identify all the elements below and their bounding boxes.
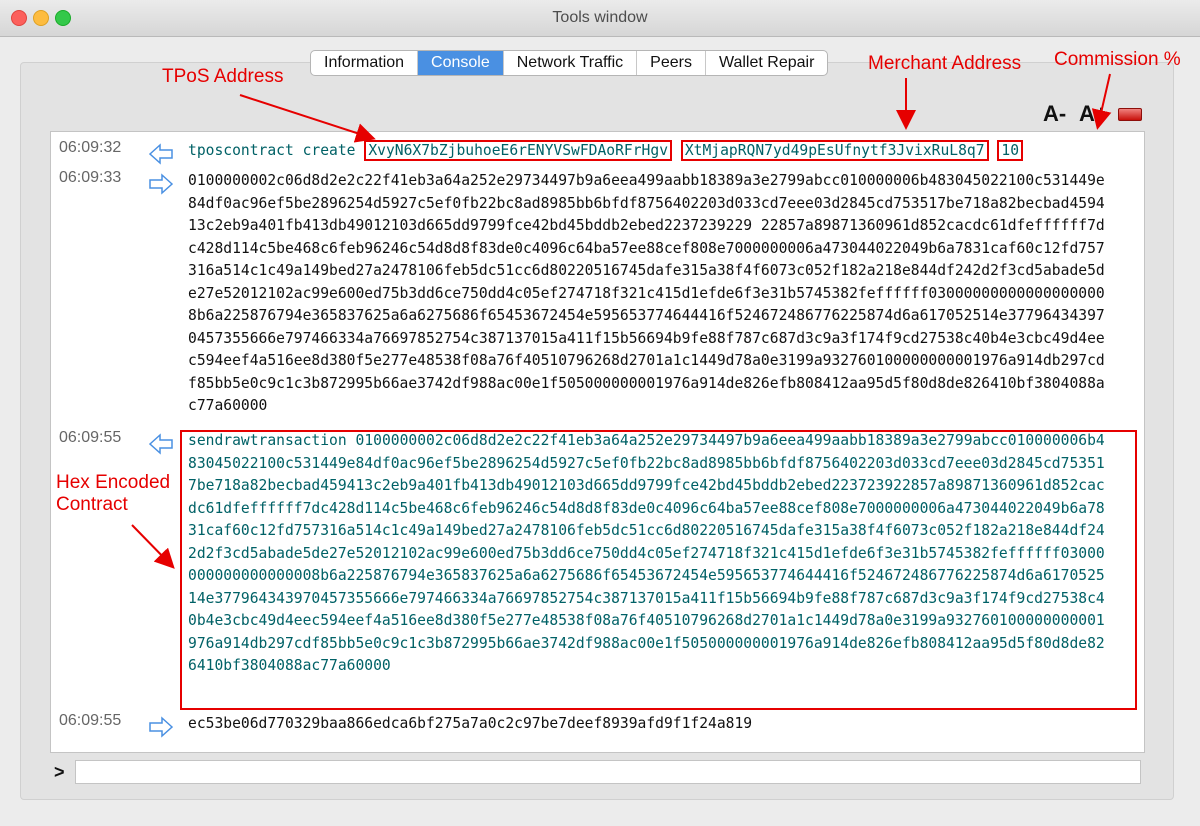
- console-command-line: tposcontract create XvyN6X7bZjbuhoeE6rEN…: [188, 140, 1113, 163]
- annotation-merchant-address: Merchant Address: [868, 53, 1022, 74]
- title-bar: Tools window: [0, 0, 1200, 37]
- output-arrow-icon: [149, 173, 173, 195]
- commission-value: 10: [997, 140, 1024, 161]
- prompt-chevron-icon: >: [54, 762, 65, 782]
- console-output-text: ec53be06d770329baa866edca6bf275a7a0c2c97…: [188, 715, 753, 732]
- clear-console-icon[interactable]: [1118, 108, 1142, 121]
- font-larger-button[interactable]: A+: [1079, 101, 1108, 127]
- merchant-address-value: XtMjapRQN7yd49pEsUfnytf3JvixRuL8q7: [680, 140, 989, 161]
- console-output[interactable]: 06:09:32 tposcontract create XvyN6X7bZjb…: [50, 131, 1145, 753]
- input-arrow-icon: [149, 433, 173, 455]
- console-input[interactable]: [75, 760, 1141, 784]
- annotation-hex-contract: Hex Encoded Contract: [56, 472, 171, 515]
- tab-bar: Information Console Network Traffic Peer…: [310, 50, 829, 76]
- timestamp: 06:09:33: [59, 169, 122, 186]
- hex-contract-text: 0100000002c06d8d2e2c22f41eb3a64a252e2973…: [188, 432, 1105, 674]
- command-text: sendrawtransaction: [188, 432, 347, 449]
- tab-wallet-repair[interactable]: Wallet Repair: [706, 51, 827, 75]
- console-output-text: 0100000002c06d8d2e2c22f41eb3a64a252e2973…: [188, 172, 1105, 414]
- console-command-line: sendrawtransaction 0100000002c06d8d2e2c2…: [188, 430, 1113, 678]
- tab-console[interactable]: Console: [418, 51, 504, 75]
- timestamp: 06:09:55: [59, 712, 122, 729]
- input-arrow-icon: [149, 143, 173, 165]
- font-smaller-button[interactable]: A-: [1043, 101, 1066, 127]
- tab-network-traffic[interactable]: Network Traffic: [504, 51, 638, 75]
- tab-peers[interactable]: Peers: [637, 51, 706, 75]
- window-title: Tools window: [552, 9, 648, 26]
- annotation-tpos-address: TPoS Address: [162, 66, 284, 87]
- tpos-address-value: XvyN6X7bZjbuhoeE6rENYVSwFDAoRFrHgv: [364, 140, 673, 161]
- command-text: tposcontract create: [188, 142, 356, 159]
- tab-information[interactable]: Information: [311, 51, 419, 75]
- timestamp: 06:09:32: [59, 139, 122, 156]
- console-input-row: >: [50, 760, 1143, 786]
- annotation-commission: Commission %: [1054, 49, 1181, 70]
- output-arrow-icon: [149, 716, 173, 738]
- timestamp: 06:09:55: [59, 429, 122, 446]
